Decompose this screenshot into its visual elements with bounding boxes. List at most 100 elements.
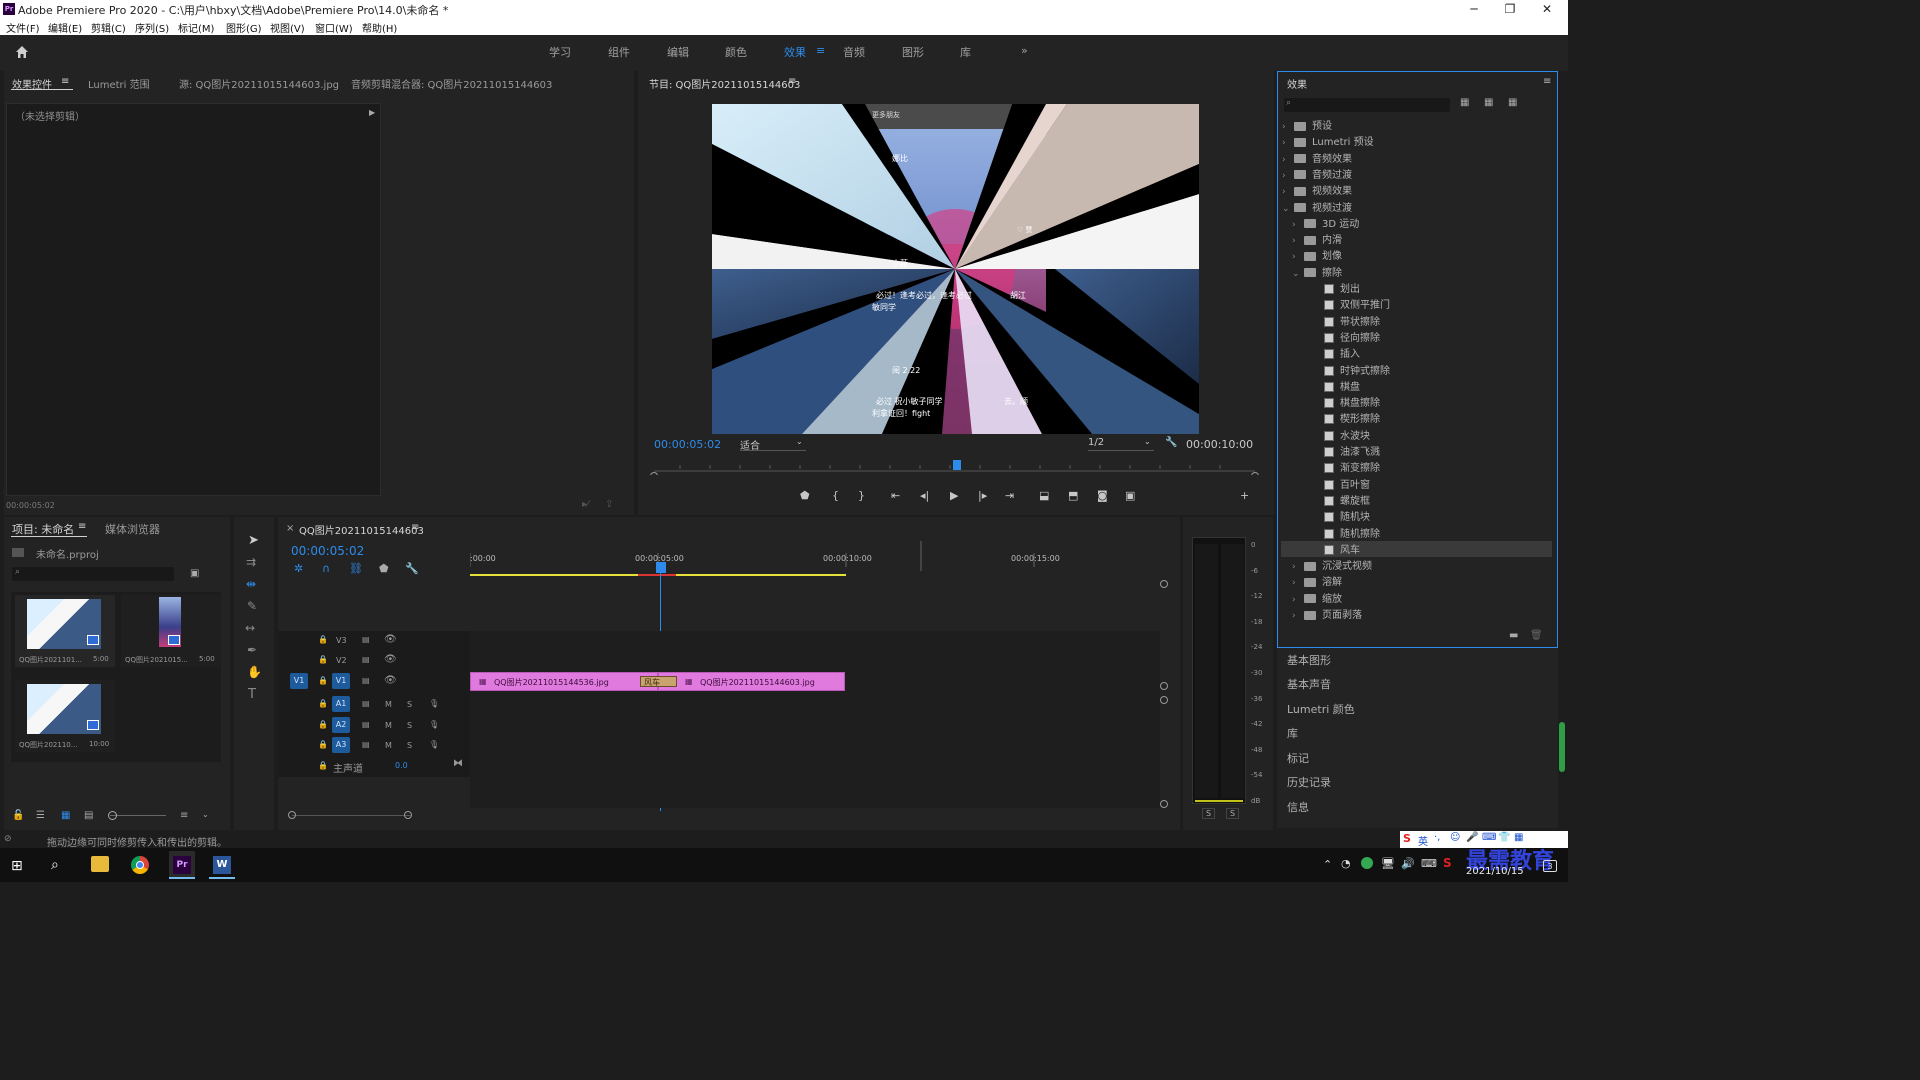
effect-folder[interactable]: ⌄ 视频过渡 [1282,199,1352,215]
sogou-icon[interactable]: S [1403,832,1411,845]
chevron-right-icon[interactable]: › [1282,155,1294,165]
track-lock-icon[interactable]: 🔒 [318,740,328,749]
effects-search-input[interactable]: ⌕ [1284,98,1450,112]
settings-wrench-icon[interactable]: 🔧 [1165,437,1177,448]
go-to-in-out-icon[interactable]: ⧓ [453,758,463,769]
maximize-button[interactable]: ❐ [1492,0,1528,18]
zoom-slider-handle[interactable] [108,811,117,820]
workspace-menu-icon[interactable]: ≡ [816,44,825,57]
project-menu-icon[interactable]: ≡ [78,521,86,532]
ime-toolbox-icon[interactable]: ▦ [1514,832,1523,843]
solo-right-button[interactable]: S [1226,808,1240,819]
effect-item[interactable]: 棋盘擦除 [1302,394,1380,410]
effect-folder[interactable]: › 内滑 [1292,231,1342,247]
ime-skin-icon[interactable]: 👕 [1498,832,1510,843]
razor-tool-icon[interactable]: ✎ [247,599,257,613]
volume-icon[interactable]: 🔊 [1401,857,1415,870]
solo-button[interactable]: S [407,741,412,750]
vscroll-handle[interactable] [1160,682,1168,690]
hscroll-handle-left[interactable] [288,811,296,819]
effect-item[interactable]: 双侧平推门 [1302,296,1390,312]
menu-graphics[interactable]: 图形(G) [226,20,262,35]
close-button[interactable]: ✕ [1529,0,1565,18]
linked-selection-icon[interactable]: ⛓ [349,562,363,575]
menu-file[interactable]: 文件(F) [6,20,40,35]
32bit-effects-icon[interactable]: ▦ [1484,97,1493,108]
track-label-v1[interactable]: V1 [332,673,350,689]
sync-lock-icon[interactable]: ▤ [362,676,370,685]
premiere-taskbar-button[interactable]: Pr [169,851,195,879]
tab-media-browser[interactable]: 媒体浏览器 [105,521,160,537]
effect-folder[interactable]: › 溶解 [1292,573,1342,589]
vscroll-handle-bottom[interactable] [1160,800,1168,808]
chevron-right-icon[interactable]: › [1292,220,1304,230]
pen-tool-icon[interactable]: ✒ [247,643,257,657]
solo-button[interactable]: S [407,700,412,709]
expand-arrow-icon[interactable]: ▶ [369,108,375,117]
solo-button[interactable]: S [407,721,412,730]
ime-language[interactable]: 英 [1418,833,1428,848]
track-lock-icon[interactable]: 🔒 [318,635,328,644]
chevron-right-icon[interactable]: › [1292,595,1304,605]
slip-tool-icon[interactable]: ↔ [245,621,255,635]
effect-folder[interactable]: › Lumetri 预设 [1282,133,1374,149]
tab-source[interactable]: 源: QQ图片20211015144603.jpg [179,76,339,91]
track-lock-icon[interactable]: 🔒 [318,720,328,729]
tray-ime-icon[interactable]: ⌨ [1421,857,1437,870]
sync-lock-icon[interactable]: ▤ [362,655,370,664]
track-lock-icon[interactable]: 🔒 [318,761,328,770]
effect-item[interactable]: 油漆飞溅 [1302,443,1380,459]
chevron-right-icon[interactable]: › [1282,122,1294,132]
clip-1[interactable]: ▦ QQ图片20211015144536.jpg [470,672,658,691]
nest-icon[interactable]: ✲ [294,562,303,575]
effect-item[interactable]: 随机擦除 [1302,525,1380,541]
panel-history[interactable]: 历史记录 [1287,774,1331,790]
timeline-playhead-handle[interactable] [656,562,666,573]
chevron-right-icon[interactable]: › [1282,138,1294,148]
sort-icon[interactable]: ≡ [180,810,188,821]
vscroll-handle[interactable] [1160,696,1168,704]
tray-app-icon[interactable]: ◔ [1341,857,1351,870]
lift-icon[interactable]: ⬓ [1039,489,1049,502]
track-lock-icon[interactable]: 🔒 [318,699,328,708]
panel-libraries[interactable]: 库 [1287,725,1298,741]
effect-item[interactable]: 渐变擦除 [1302,459,1380,475]
project-search-input[interactable]: ⌕ [12,567,174,581]
chevron-right-icon[interactable]: › [1282,187,1294,197]
chevron-down-icon[interactable]: ⌄ [1282,204,1294,214]
panel-info[interactable]: 信息 [1287,799,1309,815]
go-to-out-icon[interactable]: ⇥ [1005,489,1014,502]
microphone-icon[interactable]: 🎙 [429,699,439,708]
panel-lumetri-color[interactable]: Lumetri 颜色 [1287,701,1355,717]
accelerated-effects-icon[interactable]: ▦ [1460,97,1469,108]
yuv-effects-icon[interactable]: ▦ [1508,97,1517,108]
resolution-dropdown[interactable]: 1/2 ⌄ [1088,437,1154,451]
chevron-right-icon[interactable]: › [1292,578,1304,588]
track-label-a1[interactable]: A1 [332,696,350,712]
snap-icon[interactable]: ∩ [322,562,330,575]
side-scrollbar[interactable] [1559,722,1565,772]
chevron-right-icon[interactable]: › [1292,252,1304,262]
selection-tool-icon[interactable]: ➤ [248,533,259,548]
workspace-graphics[interactable]: 图形 [902,44,924,60]
chevron-right-icon[interactable]: › [1292,562,1304,572]
effect-item[interactable]: 带状擦除 [1302,313,1380,329]
effect-folder[interactable]: › 视频效果 [1282,182,1352,198]
workspace-audio[interactable]: 音频 [843,44,865,60]
mute-button[interactable]: M [385,741,392,750]
tray-chevron-up-icon[interactable]: ⌃ [1323,858,1332,871]
effect-folder[interactable]: › 预设 [1282,117,1332,133]
solo-left-button[interactable]: S [1202,808,1216,819]
effect-folder[interactable]: › 音频过渡 [1282,166,1352,182]
network-icon[interactable]: 🖥 [1381,857,1395,870]
eye-icon[interactable]: 👁 [384,675,397,686]
track-label-a3[interactable]: A3 [332,737,350,753]
transition-windmill[interactable]: 风车 [640,676,677,687]
master-volume-value[interactable]: 0.0 [395,761,408,770]
close-tab-icon[interactable]: × [286,523,294,534]
chevron-right-icon[interactable]: › [1292,236,1304,246]
workspace-color[interactable]: 颜色 [725,44,747,60]
ime-emoji-icon[interactable]: ☺ [1450,832,1460,843]
effect-item[interactable]: 楔形擦除 [1302,410,1380,426]
sync-lock-icon[interactable]: ▤ [362,699,370,708]
